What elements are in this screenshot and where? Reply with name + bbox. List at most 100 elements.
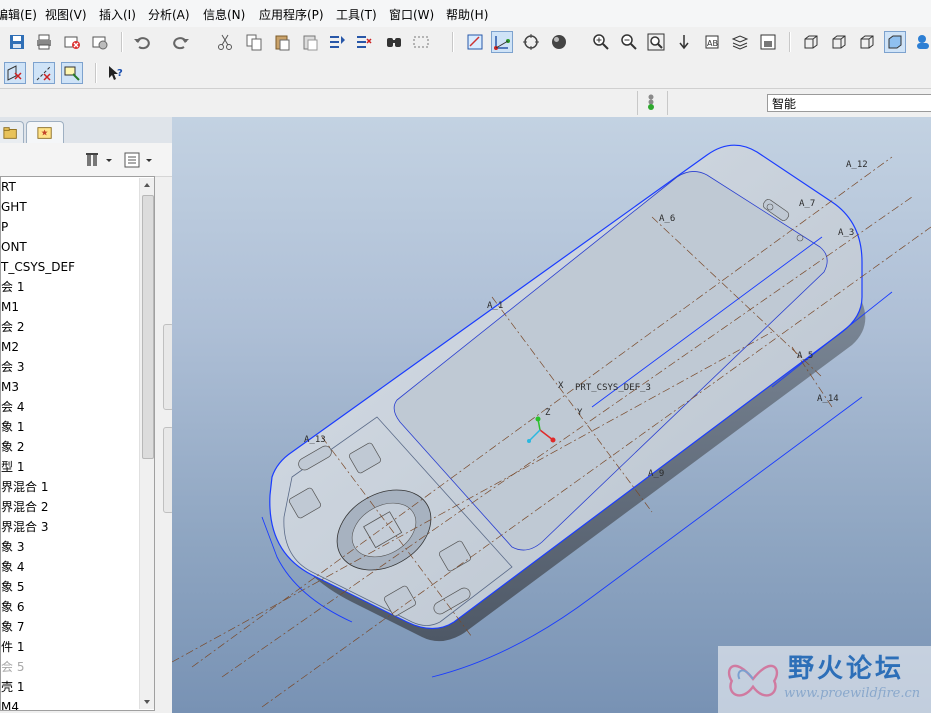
svg-text:?: ? bbox=[117, 68, 123, 79]
wireframe-icon[interactable] bbox=[800, 31, 822, 53]
watermark-title: 野火论坛 bbox=[788, 654, 905, 684]
no-hidden-icon[interactable] bbox=[856, 31, 878, 53]
copy-icon[interactable] bbox=[243, 31, 265, 53]
graphics-window[interactable]: A_12 A_7 A_3 A_6 A_1 PRT_CSYS_DEF_3 A_5 … bbox=[172, 117, 931, 713]
tree-item[interactable]: GHT bbox=[1, 197, 27, 217]
csys-label-z: Z bbox=[545, 408, 551, 418]
tree-item[interactable]: 象 7 bbox=[1, 617, 24, 637]
svg-text:AB: AB bbox=[707, 39, 718, 48]
saved-views-icon[interactable]: AB bbox=[701, 31, 723, 53]
tree-item[interactable]: 界混合 1 bbox=[1, 477, 48, 497]
menu-bar: 编辑(E) 视图(V) 插入(I) 分析(A) 信息(N) 应用程序(P) 工具… bbox=[0, 0, 931, 27]
status-bar: 智能 bbox=[0, 88, 931, 118]
zoom-in-icon[interactable] bbox=[590, 31, 612, 53]
tree-item[interactable]: 会 3 bbox=[1, 357, 24, 377]
tree-scrollbar[interactable] bbox=[139, 178, 154, 709]
hidden-line-icon[interactable] bbox=[828, 31, 850, 53]
spin-center-icon[interactable] bbox=[491, 31, 513, 53]
redo-icon[interactable] bbox=[170, 31, 192, 53]
zoom-out-icon[interactable] bbox=[618, 31, 640, 53]
tree-item[interactable]: M1 bbox=[1, 297, 19, 317]
datum-label-a9: A_9 bbox=[648, 469, 664, 479]
tree-item[interactable]: M2 bbox=[1, 337, 19, 357]
tree-item[interactable]: 会 2 bbox=[1, 317, 24, 337]
shading-icon[interactable] bbox=[548, 31, 570, 53]
whats-this-icon[interactable]: ? bbox=[104, 62, 126, 84]
reorient-icon[interactable] bbox=[673, 31, 695, 53]
datum-toolbar: ? bbox=[0, 58, 931, 88]
list-icon bbox=[124, 152, 152, 168]
watermark-url: www.proewildfire.cn bbox=[784, 686, 921, 701]
tab-model-tree[interactable] bbox=[0, 121, 24, 144]
menu-help[interactable]: 帮助(H) bbox=[446, 6, 488, 23]
menu-analysis[interactable]: 分析(A) bbox=[148, 6, 190, 23]
save-icon[interactable] bbox=[6, 31, 28, 53]
close-window-icon[interactable] bbox=[61, 31, 83, 53]
datum-plane-toggle-icon[interactable] bbox=[4, 62, 26, 84]
tree-item[interactable]: 会 4 bbox=[1, 397, 24, 417]
model-tree-icon[interactable] bbox=[911, 31, 931, 53]
shaded-icon[interactable] bbox=[884, 31, 906, 53]
cut-icon[interactable] bbox=[214, 31, 236, 53]
regenerate-icon[interactable] bbox=[326, 31, 348, 53]
menu-window[interactable]: 窗口(W) bbox=[389, 6, 434, 23]
tree-item[interactable]: 壳 1 bbox=[1, 677, 24, 697]
paste-icon[interactable] bbox=[271, 31, 293, 53]
tree-item[interactable]: 型 1 bbox=[1, 457, 24, 477]
datum-axis-toggle-icon[interactable] bbox=[33, 62, 55, 84]
tree-item[interactable]: 会 1 bbox=[1, 277, 24, 297]
layers-icon[interactable] bbox=[729, 31, 751, 53]
tree-item[interactable]: 件 1 bbox=[1, 637, 24, 657]
selection-filter-select[interactable]: 智能 bbox=[767, 94, 931, 112]
print-icon[interactable] bbox=[33, 31, 55, 53]
tree-item[interactable]: RT bbox=[1, 177, 16, 197]
tree-item[interactable]: 象 4 bbox=[1, 557, 24, 577]
tree-item[interactable]: 界混合 3 bbox=[1, 517, 48, 537]
traffic-light-icon bbox=[644, 94, 658, 112]
tree-item[interactable]: 象 2 bbox=[1, 437, 24, 457]
erase-icon[interactable] bbox=[89, 31, 111, 53]
settings-dropdown[interactable] bbox=[84, 151, 116, 169]
tree-item[interactable]: ONT bbox=[1, 237, 27, 257]
menu-view[interactable]: 视图(V) bbox=[45, 6, 87, 23]
menu-tools[interactable]: 工具(T) bbox=[336, 6, 377, 23]
tree-item[interactable]: 象 1 bbox=[1, 417, 24, 437]
paste-special-icon[interactable] bbox=[299, 31, 321, 53]
tree-item[interactable]: 象 5 bbox=[1, 577, 24, 597]
tree-item[interactable]: M3 bbox=[1, 377, 19, 397]
menu-applications[interactable]: 应用程序(P) bbox=[259, 6, 324, 23]
datum-point-toggle-icon[interactable] bbox=[61, 62, 83, 84]
undo-icon[interactable] bbox=[131, 31, 153, 53]
divider bbox=[667, 91, 668, 115]
tree-item[interactable]: M4 bbox=[1, 697, 19, 710]
repaint-icon[interactable] bbox=[464, 31, 486, 53]
tree-toolbar bbox=[0, 143, 172, 177]
datum-label-a1: A_1 bbox=[487, 301, 503, 311]
orient-icon[interactable] bbox=[520, 31, 542, 53]
show-dropdown[interactable] bbox=[124, 151, 156, 169]
tab-favorites[interactable] bbox=[26, 121, 64, 144]
forum-watermark: 野火论坛 www.proewildfire.cn bbox=[718, 646, 931, 713]
navigator-panel: RT GHT P ONT T_CSYS_DEF 会 1 M1 会 2 M2 会 3 M3 会 4象 1… bbox=[0, 117, 174, 713]
tree-item[interactable]: 象 3 bbox=[1, 537, 24, 557]
datum-label-csys: PRT_CSYS_DEF_3 bbox=[575, 383, 651, 393]
datum-label-a14: A_14 bbox=[817, 394, 839, 404]
tree-item[interactable]: T_CSYS_DEF bbox=[1, 257, 75, 277]
datum-label-a6: A_6 bbox=[659, 214, 675, 224]
menu-insert[interactable]: 插入(I) bbox=[99, 6, 136, 23]
menu-info[interactable]: 信息(N) bbox=[203, 6, 245, 23]
tree-item[interactable]: 会 5 bbox=[1, 657, 24, 677]
regen-manager-icon[interactable] bbox=[353, 31, 375, 53]
tree-item[interactable]: 象 6 bbox=[1, 597, 24, 617]
select-box-icon[interactable] bbox=[410, 31, 432, 53]
tree-item[interactable]: 界混合 2 bbox=[1, 497, 48, 517]
view-manager-icon[interactable] bbox=[757, 31, 779, 53]
scroll-thumb[interactable] bbox=[142, 195, 154, 459]
butterfly-logo-icon bbox=[727, 664, 779, 697]
find-icon[interactable] bbox=[383, 31, 405, 53]
main-toolbar: AB bbox=[0, 27, 931, 58]
tree-item[interactable]: P bbox=[1, 217, 8, 237]
menu-edit[interactable]: 编辑(E) bbox=[0, 6, 37, 23]
datum-label-a7: A_7 bbox=[799, 199, 815, 209]
refit-icon[interactable] bbox=[645, 31, 667, 53]
